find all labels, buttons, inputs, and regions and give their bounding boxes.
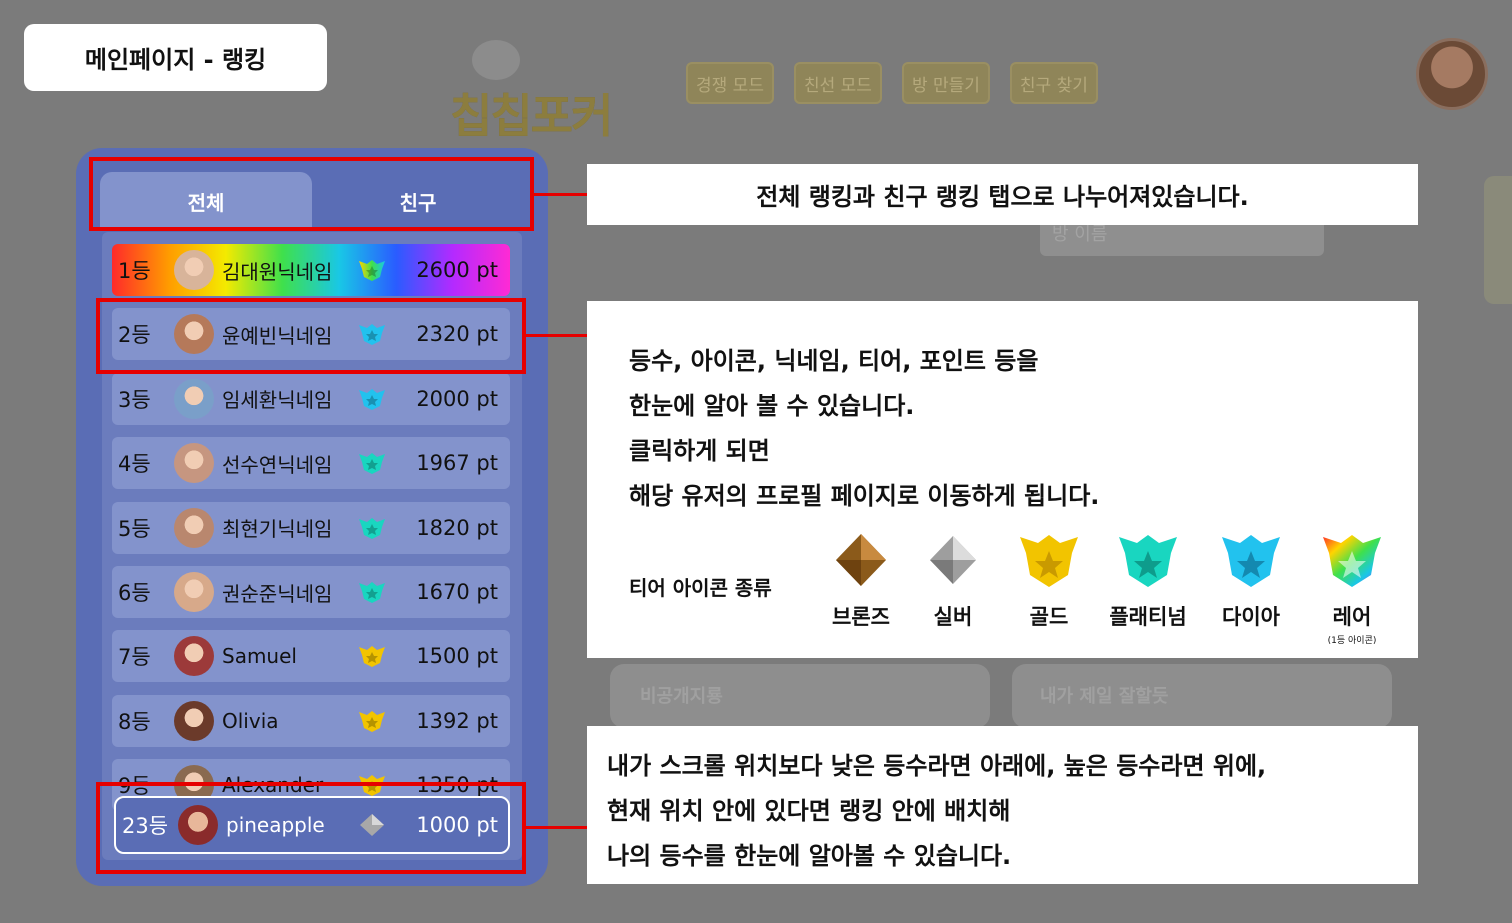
- connector-line: [526, 334, 587, 337]
- points: 1820 pt: [416, 515, 498, 540]
- diamond-tier-icon: [1222, 535, 1280, 587]
- highlight-row: [96, 298, 526, 374]
- ranking-row[interactable]: 5등 최현기닉네임 1820 pt: [112, 501, 510, 554]
- ranking-row[interactable]: 8등 Olivia 1392 pt: [112, 694, 510, 747]
- rare-tier-icon: [359, 260, 385, 281]
- nickname: 임세환닉네임: [222, 388, 333, 413]
- rank-number: 6등: [118, 581, 151, 605]
- nickname: 권순준닉네임: [222, 581, 333, 606]
- tier-name: 다이아: [1222, 605, 1280, 629]
- callout-tabs: 전체 랭킹과 친구 랭킹 탭으로 나누어져있습니다.: [587, 164, 1418, 225]
- connector-line: [534, 193, 587, 196]
- rank-number: 3등: [118, 387, 151, 412]
- callout-line: 현재 위치 안에 있다면 랭킹 안에 배치해: [607, 797, 1011, 825]
- gold-tier-icon: [1020, 535, 1078, 587]
- highlight-tabs: [89, 157, 534, 231]
- avatar: [174, 700, 214, 741]
- callout-row-text: 등수, 아이콘, 닉네임, 티어, 포인트 등을 한눈에 알아 볼 수 있습니다…: [629, 339, 1099, 519]
- nickname: 김대원닉네임: [222, 259, 333, 284]
- logo-text: 칩칩포커: [450, 89, 613, 143]
- ranking-row[interactable]: 3등 임세환닉네임 2000 pt: [112, 372, 510, 425]
- page-title: 메인페이지 - 랭킹: [24, 24, 327, 91]
- tier-caption: 티어 아이콘 종류: [629, 576, 772, 600]
- tier-sub: (1등 아이콘): [1327, 636, 1377, 646]
- tier-diamond: 다이아: [1206, 531, 1296, 631]
- callout-my-rank: 내가 스크롤 위치보다 낮은 등수라면 아래에, 높은 등수라면 위에, 현재 …: [587, 726, 1418, 884]
- rank-number: 5등: [118, 516, 151, 541]
- platinum-tier-icon: [359, 582, 385, 603]
- avatar: [174, 443, 214, 484]
- callout-line: 내가 스크롤 위치보다 낮은 등수라면 아래에, 높은 등수라면 위에,: [607, 752, 1267, 780]
- nav-create-room[interactable]: 방 만들기: [901, 62, 990, 104]
- nickname: Samuel: [222, 644, 297, 669]
- avatar: [174, 636, 214, 677]
- tier-name: 레어: [1332, 605, 1372, 629]
- platinum-tier-icon: [359, 517, 385, 539]
- tier-name: 골드: [1029, 605, 1069, 629]
- diamond-tier-icon: [359, 388, 385, 410]
- points: 2600 pt: [416, 258, 498, 282]
- nickname: 최현기닉네임: [222, 517, 333, 542]
- silver-tier-icon: [930, 536, 976, 584]
- user-avatar[interactable]: [1416, 38, 1488, 110]
- highlight-my-rank: [96, 782, 526, 874]
- connector-line: [526, 826, 587, 829]
- side-tab[interactable]: [1484, 176, 1512, 304]
- room-name: 내가 제일 잘할듯: [1040, 686, 1169, 707]
- rank-number: 1등: [118, 259, 151, 283]
- avatar: [174, 378, 214, 419]
- tier-silver: 실버: [908, 531, 998, 631]
- nickname: 선수연닉네임: [222, 452, 333, 477]
- nav-competitive-mode[interactable]: 경쟁 모드: [686, 62, 774, 104]
- callout-line: 해당 유저의 프로필 페이지로 이동하게 됩니다.: [629, 482, 1100, 510]
- gold-tier-icon: [359, 710, 385, 732]
- gold-tier-icon: [359, 646, 385, 668]
- platinum-tier-icon: [1119, 535, 1177, 587]
- nav-find-friends[interactable]: 친구 찾기: [1009, 62, 1098, 104]
- points: 1670 pt: [416, 580, 498, 604]
- room-name: 비공개지룡: [640, 686, 723, 707]
- rare-tier-icon: [1323, 535, 1381, 587]
- rank-number: 7등: [118, 645, 151, 670]
- points: 1500 pt: [416, 644, 498, 669]
- avatar: [174, 507, 214, 548]
- tier-name: 실버: [933, 605, 973, 629]
- points: 2000 pt: [416, 386, 498, 411]
- ranking-row[interactable]: 6등 권순준닉네임 1670 pt: [112, 566, 510, 618]
- platinum-tier-icon: [359, 453, 385, 475]
- callout-line: 클릭하게 되면: [629, 437, 770, 465]
- tier-rare: 레어 (1등 아이콘): [1307, 531, 1397, 646]
- ranking-row[interactable]: 1등 김대원닉네임 2600 pt: [112, 244, 510, 296]
- tier-bronze: 브론즈: [816, 531, 906, 631]
- avatar: [174, 250, 214, 290]
- points: 1392 pt: [416, 708, 498, 733]
- tier-name: 브론즈: [832, 605, 890, 629]
- nickname: Olivia: [222, 708, 279, 733]
- callout-line: 등수, 아이콘, 닉네임, 티어, 포인트 등을: [629, 347, 1039, 375]
- bronze-tier-icon: [836, 534, 886, 586]
- ranking-row[interactable]: 7등 Samuel 1500 pt: [112, 630, 510, 683]
- logo-cloud-icon: [472, 40, 520, 80]
- nav-friendly-mode[interactable]: 친선 모드: [793, 62, 882, 104]
- callout-line: 한눈에 알아 볼 수 있습니다.: [629, 392, 915, 420]
- rank-number: 8등: [118, 709, 151, 734]
- top-nav: 경쟁 모드 친선 모드 방 만들기 친구 찾기: [686, 62, 1098, 104]
- tier-platinum: 플래티넘: [1103, 531, 1193, 631]
- tier-name: 플래티넘: [1109, 605, 1187, 629]
- app-logo: 칩칩포커: [450, 40, 632, 143]
- callout-line: 나의 등수를 한눈에 알아볼 수 있습니다.: [607, 842, 1012, 870]
- ranking-panel: 전체 친구 1등 김대원닉네임 2600 pt 2등 윤예빈닉네임 2320 pt 3등 임세…: [76, 148, 548, 886]
- callout-my-rank-text: 내가 스크롤 위치보다 낮은 등수라면 아래에, 높은 등수라면 위에, 현재 …: [607, 744, 1266, 879]
- avatar: [174, 572, 214, 612]
- tier-gold: 골드: [1004, 531, 1094, 631]
- points: 1967 pt: [416, 451, 498, 476]
- ranking-row[interactable]: 4등 선수연닉네임 1967 pt: [112, 437, 510, 490]
- rank-number: 4등: [118, 452, 151, 477]
